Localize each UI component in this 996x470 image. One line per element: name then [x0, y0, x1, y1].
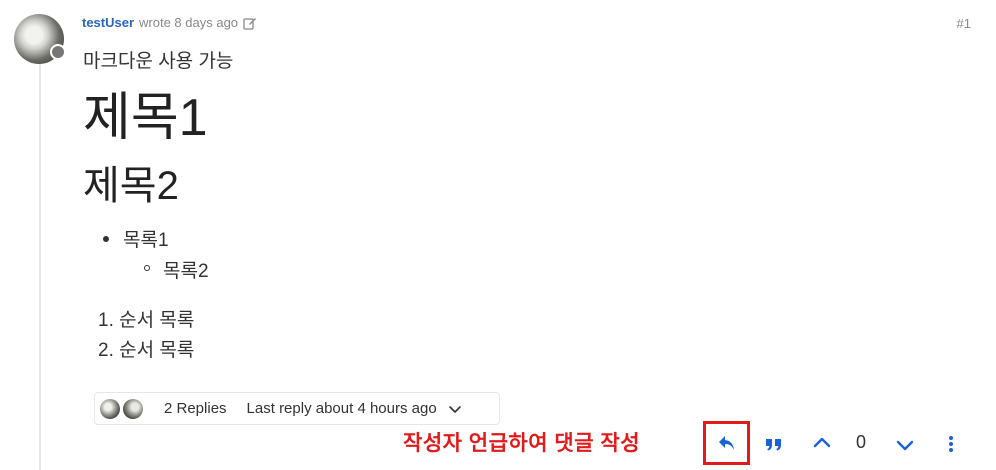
quote-icon[interactable]: [762, 432, 786, 456]
post-intro-text: 마크다운 사용 가능: [83, 51, 234, 72]
thread-line: [39, 64, 41, 470]
post-index[interactable]: #1: [957, 16, 971, 31]
heading-2: 제목2: [83, 164, 179, 208]
post-timestamp[interactable]: wrote 8 days ago: [139, 15, 238, 30]
post-meta: testUser wrote 8 days ago: [82, 15, 257, 30]
nested-list-item: 목록2: [163, 261, 209, 282]
reply-avatar: [100, 398, 120, 419]
username-link[interactable]: testUser: [82, 15, 134, 30]
status-indicator: [50, 44, 66, 60]
edited-icon[interactable]: [243, 16, 257, 30]
author-avatar[interactable]: [14, 14, 66, 64]
bullet-marker: [103, 236, 109, 242]
more-options-icon[interactable]: [939, 432, 963, 456]
downvote-icon[interactable]: [893, 433, 917, 457]
heading-1: 제목1: [83, 89, 208, 147]
reply-icon[interactable]: [715, 431, 739, 455]
last-reply-time: Last reply about 4 hours ago: [246, 400, 437, 417]
upvote-icon[interactable]: [810, 431, 834, 455]
vote-count: 0: [856, 432, 867, 452]
list-item: 목록1: [123, 230, 169, 251]
reply-avatar: [123, 398, 143, 419]
replies-toggle[interactable]: 2 Replies Last reply about 4 hours ago: [94, 392, 500, 425]
nested-bullet-marker: [144, 265, 150, 271]
ordered-item-text: 순서 목록: [119, 340, 195, 361]
ordered-list-item: 1. 순서 목록: [98, 305, 194, 332]
replies-count: 2 Replies: [164, 400, 227, 417]
ordered-item-text: 순서 목록: [119, 310, 195, 331]
ordered-list-item: 2. 순서 목록: [98, 335, 194, 362]
ordered-item-number: 2.: [98, 340, 114, 361]
annotation-label: 작성자 언급하여 댓글 작성: [403, 432, 641, 455]
ordered-item-number: 1.: [98, 310, 114, 331]
chevron-down-icon: [447, 401, 463, 417]
